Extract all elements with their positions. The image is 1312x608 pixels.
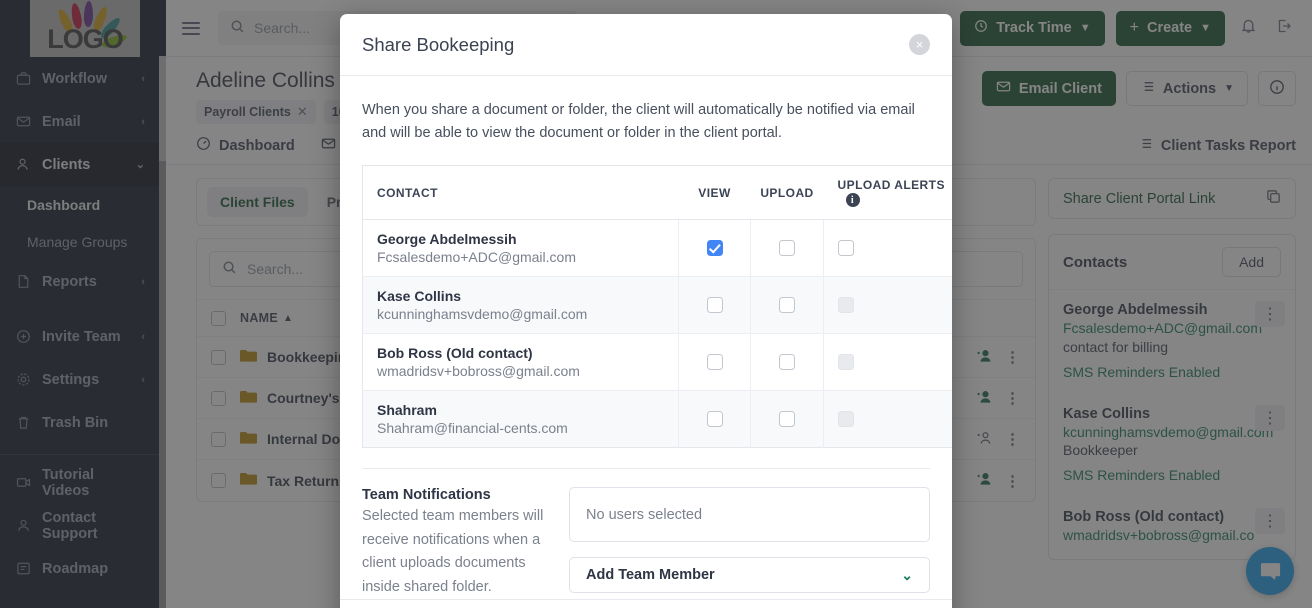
upload-checkbox[interactable] xyxy=(779,296,795,313)
view-cell xyxy=(678,390,751,448)
view-cell xyxy=(678,219,751,278)
upload-alerts-label: UPLOAD ALERTS xyxy=(837,178,945,193)
column-header-contact: CONTACT xyxy=(362,165,679,221)
add-team-member-label: Add Team Member xyxy=(586,567,715,584)
upload-cell xyxy=(750,219,824,278)
team-notifications-description: Selected team members will receive notif… xyxy=(362,508,544,595)
team-notifications-title: Team Notifications xyxy=(362,487,491,504)
alerts-cell xyxy=(823,390,952,448)
contact-name: Kase Collins xyxy=(377,288,462,305)
upload-alerts-checkbox xyxy=(838,410,854,427)
alerts-cell xyxy=(823,219,952,278)
info-icon[interactable]: i xyxy=(845,193,860,208)
add-team-member-select[interactable]: Add Team Member ⌄ xyxy=(569,557,930,594)
upload-checkbox[interactable] xyxy=(779,410,795,427)
selected-users-box[interactable]: No users selected xyxy=(569,487,930,543)
column-header-upload-alerts: UPLOAD ALERTSi xyxy=(823,165,952,221)
app-root: LOGO Workflow ‹ Email ‹ xyxy=(0,0,1312,608)
modal-footer: Close Copy Link Save xyxy=(340,599,952,608)
table-header-row: CONTACT VIEW UPLOAD UPLOAD ALERTSi xyxy=(362,165,952,221)
contact-email: Fcsalesdemo+ADC@gmail.com xyxy=(377,249,576,266)
share-folder-modal: Share Bookeeping × When you share a docu… xyxy=(340,14,952,608)
upload-cell xyxy=(750,333,824,392)
view-checkbox[interactable] xyxy=(706,353,723,370)
view-checkbox[interactable] xyxy=(706,239,723,256)
contact-name: Bob Ross (Old contact) xyxy=(377,345,533,362)
contact-cell: Shahram Shahram@financial-cents.com xyxy=(362,390,679,448)
modal-title: Share Bookeeping xyxy=(362,33,515,55)
alerts-cell xyxy=(823,333,952,392)
contact-email: wmadridsv+bobross@gmail.com xyxy=(377,363,580,380)
table-row: Kase Collins kcunninghamsvdemo@gmail.com xyxy=(362,276,952,335)
contact-cell: Bob Ross (Old contact) wmadridsv+bobross… xyxy=(362,333,679,392)
contact-cell: George Abdelmessih Fcsalesdemo+ADC@gmail… xyxy=(362,219,679,278)
contact-name: Shahram xyxy=(377,402,437,419)
upload-alerts-checkbox xyxy=(838,296,854,313)
close-icon[interactable]: × xyxy=(909,34,930,55)
view-checkbox[interactable] xyxy=(706,410,723,427)
contact-email: kcunninghamsvdemo@gmail.com xyxy=(377,306,588,323)
team-notifications-section: Team Notifications Selected team members… xyxy=(362,487,930,599)
upload-checkbox[interactable] xyxy=(779,239,795,256)
upload-cell xyxy=(750,390,824,448)
contact-name: George Abdelmessih xyxy=(377,231,517,248)
contact-email: Shahram@financial-cents.com xyxy=(377,420,568,437)
logo-text: LOGO xyxy=(47,24,123,54)
modal-header: Share Bookeeping × xyxy=(340,14,952,76)
table-row: Shahram Shahram@financial-cents.com xyxy=(362,390,952,448)
upload-checkbox[interactable] xyxy=(779,353,795,370)
alerts-cell xyxy=(823,276,952,335)
chevron-down-icon: ⌄ xyxy=(901,566,913,583)
table-row: Bob Ross (Old contact) wmadridsv+bobross… xyxy=(362,333,952,392)
view-cell xyxy=(678,276,751,335)
team-notifications-info: Team Notifications Selected team members… xyxy=(362,487,547,599)
modal-description: When you share a document or folder, the… xyxy=(362,102,915,142)
selected-users-value: No users selected xyxy=(586,506,703,523)
upload-alerts-checkbox[interactable] xyxy=(838,239,854,256)
contact-cell: Kase Collins kcunninghamsvdemo@gmail.com xyxy=(362,276,679,335)
modal-body: When you share a document or folder, the… xyxy=(340,76,952,599)
view-checkbox[interactable] xyxy=(706,296,723,313)
section-divider xyxy=(362,468,930,470)
upload-cell xyxy=(750,276,824,335)
team-notifications-controls: No users selected Add Team Member ⌄ xyxy=(569,487,930,599)
share-permissions-table: CONTACT VIEW UPLOAD UPLOAD ALERTSi Georg… xyxy=(362,165,952,449)
column-header-view: VIEW xyxy=(678,165,751,221)
table-row: George Abdelmessih Fcsalesdemo+ADC@gmail… xyxy=(362,219,952,278)
upload-alerts-checkbox xyxy=(838,353,854,370)
column-header-upload: UPLOAD xyxy=(750,165,824,221)
view-cell xyxy=(678,333,751,392)
